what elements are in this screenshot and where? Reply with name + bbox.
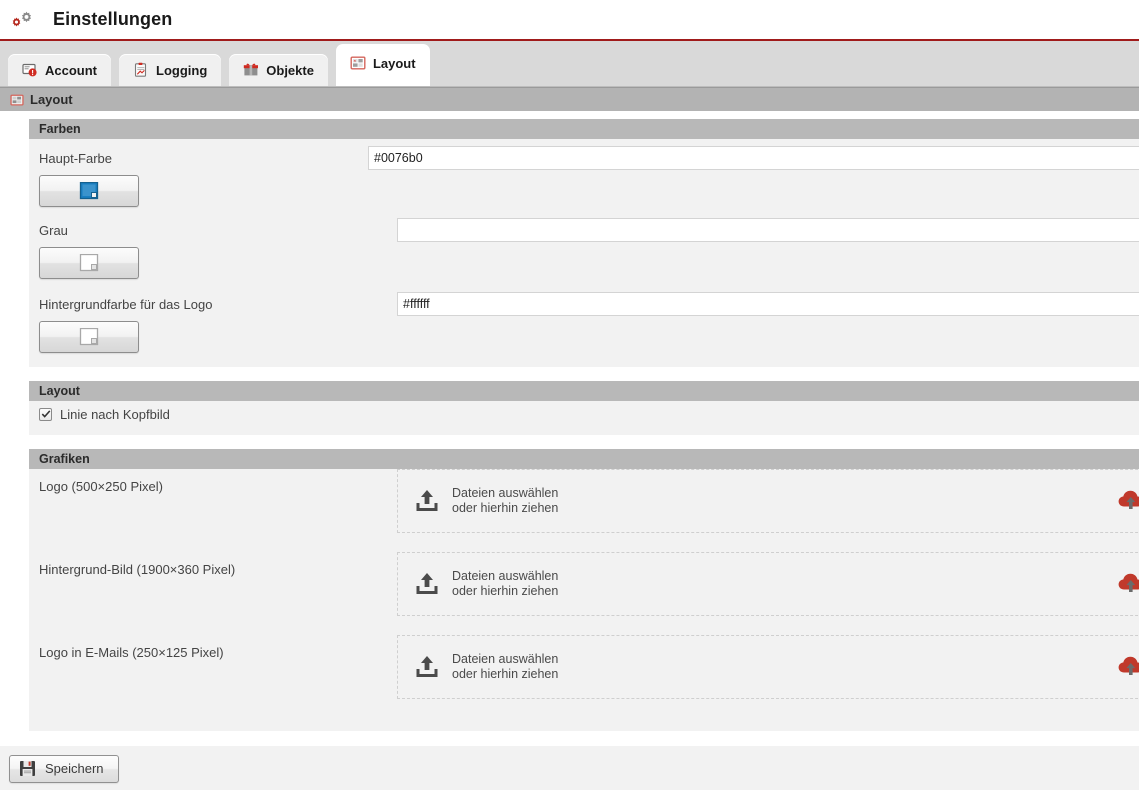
hintergrund-bild-dropzone-line1: Dateien auswählen [452, 569, 559, 583]
tab-account-label: Account [45, 62, 97, 78]
logo-email-dropzone-line2: oder hierhin ziehen [452, 667, 559, 681]
account-card-icon [22, 62, 38, 78]
page-title: Einstellungen [53, 9, 173, 29]
gear-gray-icon [20, 11, 33, 24]
field-logo-bgcolor: Hintergrundfarbe für das Logo [29, 289, 1139, 367]
logo-dropzone-line2: oder hierhin ziehen [452, 501, 559, 515]
upload-tray-icon [414, 488, 440, 514]
floppy-save-icon [19, 760, 36, 777]
layout-grid-icon: × [350, 55, 366, 71]
group-farben: Farben Haupt-Farbe Grau [29, 119, 1139, 367]
upload-tray-icon [414, 654, 440, 680]
checkmark-icon [41, 410, 50, 418]
color-swatch-white-icon [79, 253, 99, 272]
field-grau: Grau [29, 215, 1139, 289]
color-swatch-blue-icon [79, 181, 99, 200]
group-farben-heading: Farben [29, 119, 1139, 139]
cloud-upload-icon [1117, 571, 1139, 598]
tab-bar: Account Logging Objekte × Layout [0, 41, 1139, 87]
tab-logging[interactable]: Logging [119, 54, 222, 86]
tab-objekte[interactable]: Objekte [229, 54, 328, 86]
grau-color-picker-button[interactable] [39, 247, 139, 279]
upload-tray-icon [414, 571, 440, 597]
tab-objekte-label: Objekte [266, 62, 314, 78]
field-logo-email-upload: Logo in E-Mails (250×125 Pixel) Dateien … [29, 635, 1139, 731]
cloud-upload-icon [1117, 654, 1139, 681]
group-grafiken-heading-label: Grafiken [39, 452, 90, 466]
logo-bgcolor-color-picker-button[interactable] [39, 321, 139, 353]
haupt-farbe-input[interactable] [368, 146, 1139, 170]
app-header: Einstellungen [0, 0, 1139, 41]
field-linie-nach-kopfbild: Linie nach Kopfbild [29, 401, 1139, 427]
haupt-farbe-color-picker-button[interactable] [39, 175, 139, 207]
footer-bar: Speichern [0, 746, 1139, 790]
hintergrund-bild-dropzone-text: Dateien auswählen oder hierhin ziehen [452, 569, 558, 599]
field-hintergrund-bild-upload: Hintergrund-Bild (1900×360 Pixel) Dateie… [29, 552, 1139, 635]
logo-bgcolor-input[interactable] [397, 292, 1139, 316]
tab-layout-label: Layout [372, 55, 416, 71]
field-haupt-farbe: Haupt-Farbe [29, 139, 1139, 215]
hintergrund-bild-dropzone[interactable]: Dateien auswählen oder hierhin ziehen [397, 552, 1139, 616]
tab-layout[interactable]: × Layout [335, 44, 430, 86]
clipboard-log-icon [133, 62, 149, 78]
tab-account[interactable]: Account [8, 54, 111, 86]
save-button[interactable]: Speichern [9, 754, 119, 783]
grau-input[interactable] [397, 218, 1139, 242]
logo-dropzone-line1: Dateien auswählen [452, 486, 559, 500]
objects-box-icon [243, 62, 259, 78]
field-logo-upload: Logo (500×250 Pixel) Dateien auswählen o… [29, 469, 1139, 552]
layout-grid-icon [10, 93, 24, 107]
group-farben-heading-label: Farben [39, 122, 81, 136]
group-grafiken-heading: Grafiken [29, 449, 1139, 469]
logo-dropzone-text: Dateien auswählen oder hierhin ziehen [452, 486, 558, 516]
group-grafiken: Grafiken Logo (500×250 Pixel) Dateien au… [29, 449, 1139, 731]
settings-form: Farben Haupt-Farbe Grau [0, 111, 1139, 736]
logo-dropzone[interactable]: Dateien auswählen oder hierhin ziehen [397, 469, 1139, 533]
save-button-label: Speichern [45, 761, 104, 776]
logo-email-dropzone[interactable]: Dateien auswählen oder hierhin ziehen [397, 635, 1139, 699]
tab-logging-label: Logging [156, 62, 208, 78]
group-layout-heading: Layout [29, 381, 1139, 401]
hintergrund-bild-dropzone-line2: oder hierhin ziehen [452, 584, 559, 598]
panel-titlebar: Layout [0, 87, 1139, 111]
panel-title-label: Layout [30, 92, 73, 107]
linie-nach-kopfbild-label: Linie nach Kopfbild [60, 406, 170, 422]
group-layout-heading-label: Layout [39, 384, 80, 398]
logo-email-dropzone-text: Dateien auswählen oder hierhin ziehen [452, 652, 558, 682]
logo-email-dropzone-line1: Dateien auswählen [452, 652, 559, 666]
linie-nach-kopfbild-checkbox[interactable] [39, 407, 52, 421]
settings-gears-icon-group [11, 11, 33, 28]
cloud-upload-icon [1117, 488, 1139, 515]
group-layout: Layout Linie nach Kopfbild [29, 381, 1139, 435]
color-swatch-white-icon [79, 327, 99, 346]
